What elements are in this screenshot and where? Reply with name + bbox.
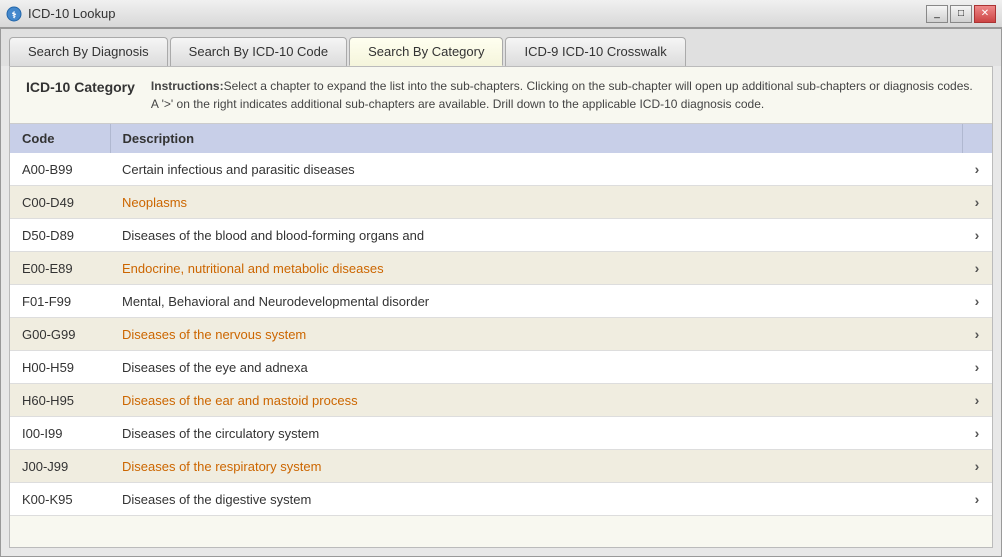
row-code: E00-E89 bbox=[10, 252, 110, 285]
row-description: Diseases of the nervous system bbox=[110, 318, 962, 351]
minimize-button[interactable]: _ bbox=[926, 5, 948, 23]
window-controls: _ □ ✕ bbox=[926, 5, 996, 23]
tab-diagnosis[interactable]: Search By Diagnosis bbox=[9, 37, 168, 66]
chevron-right-icon: › bbox=[975, 293, 980, 309]
section-label: ICD-10 Category bbox=[26, 79, 135, 95]
row-description: Diseases of the digestive system bbox=[110, 483, 962, 516]
row-description: Diseases of the respiratory system bbox=[110, 450, 962, 483]
title-bar: ⚕ ICD-10 Lookup _ □ ✕ bbox=[0, 0, 1002, 28]
row-code: J00-J99 bbox=[10, 450, 110, 483]
chevron-right-icon: › bbox=[975, 458, 980, 474]
table-row[interactable]: H60-H95Diseases of the ear and mastoid p… bbox=[10, 384, 992, 417]
col-code: Code bbox=[10, 124, 110, 153]
tab-crosswalk[interactable]: ICD-9 ICD-10 Crosswalk bbox=[505, 37, 685, 66]
row-expand-arrow[interactable]: › bbox=[962, 384, 992, 417]
row-description: Diseases of the circulatory system bbox=[110, 417, 962, 450]
table-row[interactable]: E00-E89Endocrine, nutritional and metabo… bbox=[10, 252, 992, 285]
content-header: ICD-10 Category Instructions:Select a ch… bbox=[10, 67, 992, 124]
instructions-text: Instructions:Select a chapter to expand … bbox=[151, 77, 976, 113]
table-row[interactable]: F01-F99Mental, Behavioral and Neurodevel… bbox=[10, 285, 992, 318]
row-code: G00-G99 bbox=[10, 318, 110, 351]
chevron-right-icon: › bbox=[975, 359, 980, 375]
table-row[interactable]: K00-K95Diseases of the digestive system › bbox=[10, 483, 992, 516]
chevron-right-icon: › bbox=[975, 260, 980, 276]
row-code: A00-B99 bbox=[10, 153, 110, 186]
chevron-right-icon: › bbox=[975, 227, 980, 243]
table-row[interactable]: C00-D49Neoplasms › bbox=[10, 186, 992, 219]
svg-text:⚕: ⚕ bbox=[12, 10, 17, 20]
col-description: Description bbox=[110, 124, 962, 153]
table-row[interactable]: J00-J99Diseases of the respiratory syste… bbox=[10, 450, 992, 483]
instructions-body: Select a chapter to expand the list into… bbox=[151, 79, 973, 111]
row-description: Endocrine, nutritional and metabolic dis… bbox=[110, 252, 962, 285]
window-title: ICD-10 Lookup bbox=[28, 6, 115, 21]
row-expand-arrow[interactable]: › bbox=[962, 252, 992, 285]
table-row[interactable]: G00-G99Diseases of the nervous system › bbox=[10, 318, 992, 351]
chevron-right-icon: › bbox=[975, 425, 980, 441]
row-expand-arrow[interactable]: › bbox=[962, 318, 992, 351]
row-description: Diseases of the eye and adnexa bbox=[110, 351, 962, 384]
row-description: Diseases of the ear and mastoid process bbox=[110, 384, 962, 417]
row-code: H60-H95 bbox=[10, 384, 110, 417]
main-window: Search By Diagnosis Search By ICD-10 Cod… bbox=[0, 28, 1002, 557]
icd-table: Code Description A00-B99Certain infectio… bbox=[10, 124, 992, 516]
row-description: Neoplasms bbox=[110, 186, 962, 219]
row-expand-arrow[interactable]: › bbox=[962, 186, 992, 219]
chevron-right-icon: › bbox=[975, 194, 980, 210]
tab-category[interactable]: Search By Category bbox=[349, 37, 503, 66]
row-description: Certain infectious and parasitic disease… bbox=[110, 153, 962, 186]
app-icon: ⚕ bbox=[6, 6, 22, 22]
row-expand-arrow[interactable]: › bbox=[962, 153, 992, 186]
row-expand-arrow[interactable]: › bbox=[962, 483, 992, 516]
row-expand-arrow[interactable]: › bbox=[962, 351, 992, 384]
row-code: F01-F99 bbox=[10, 285, 110, 318]
table-row[interactable]: A00-B99Certain infectious and parasitic … bbox=[10, 153, 992, 186]
row-expand-arrow[interactable]: › bbox=[962, 285, 992, 318]
row-expand-arrow[interactable]: › bbox=[962, 417, 992, 450]
row-code: I00-I99 bbox=[10, 417, 110, 450]
instructions-prefix: Instructions: bbox=[151, 79, 224, 93]
tab-icd10code[interactable]: Search By ICD-10 Code bbox=[170, 37, 347, 66]
row-code: H00-H59 bbox=[10, 351, 110, 384]
table-row[interactable]: H00-H59Diseases of the eye and adnexa › bbox=[10, 351, 992, 384]
table-header-row: Code Description bbox=[10, 124, 992, 153]
chevron-right-icon: › bbox=[975, 392, 980, 408]
tabs-bar: Search By Diagnosis Search By ICD-10 Cod… bbox=[1, 29, 1001, 66]
table-container[interactable]: Code Description A00-B99Certain infectio… bbox=[10, 124, 992, 547]
maximize-button[interactable]: □ bbox=[950, 5, 972, 23]
row-expand-arrow[interactable]: › bbox=[962, 219, 992, 252]
content-area: ICD-10 Category Instructions:Select a ch… bbox=[9, 66, 993, 548]
col-arrow bbox=[962, 124, 992, 153]
row-description: Mental, Behavioral and Neurodevelopmenta… bbox=[110, 285, 962, 318]
close-button[interactable]: ✕ bbox=[974, 5, 996, 23]
row-description: Diseases of the blood and blood-forming … bbox=[110, 219, 962, 252]
row-expand-arrow[interactable]: › bbox=[962, 450, 992, 483]
table-row[interactable]: D50-D89Diseases of the blood and blood-f… bbox=[10, 219, 992, 252]
chevron-right-icon: › bbox=[975, 491, 980, 507]
row-code: C00-D49 bbox=[10, 186, 110, 219]
row-code: K00-K95 bbox=[10, 483, 110, 516]
table-row[interactable]: I00-I99Diseases of the circulatory syste… bbox=[10, 417, 992, 450]
chevron-right-icon: › bbox=[975, 326, 980, 342]
chevron-right-icon: › bbox=[975, 161, 980, 177]
row-code: D50-D89 bbox=[10, 219, 110, 252]
